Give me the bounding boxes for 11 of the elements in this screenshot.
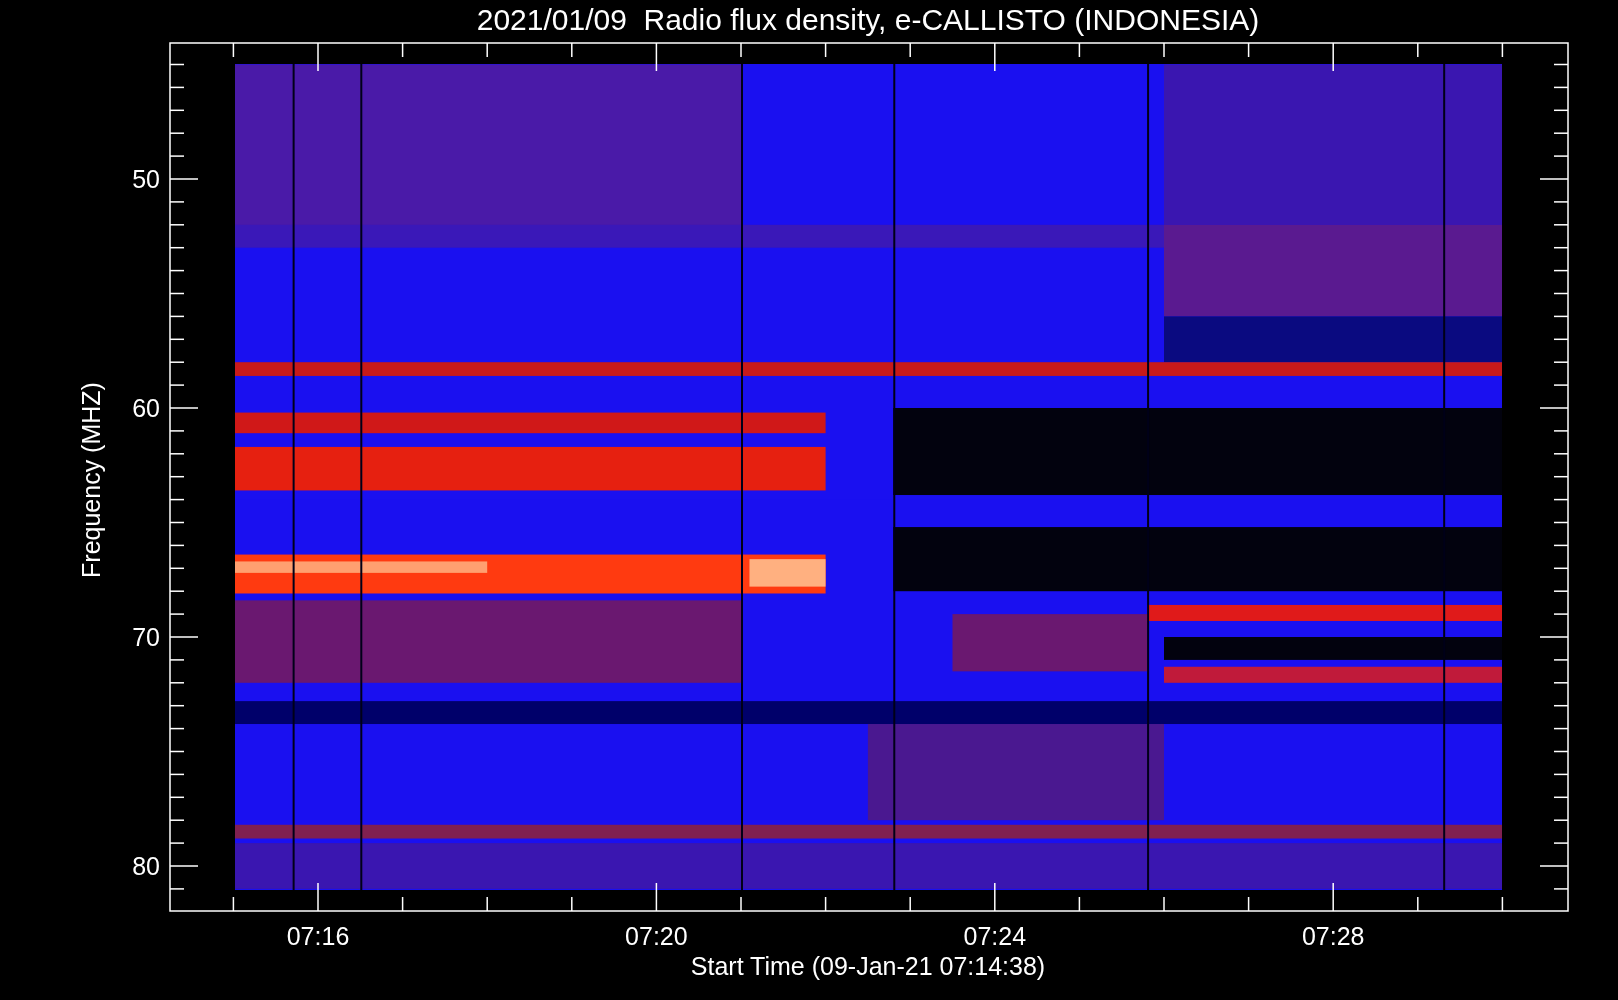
tick-label: 60 xyxy=(132,394,160,422)
tick-label: 70 xyxy=(132,623,160,651)
tick-label: 07:20 xyxy=(625,922,688,950)
tick-label: 07:24 xyxy=(963,922,1027,950)
tick-label: 07:28 xyxy=(1301,922,1365,950)
tick-label: 07:16 xyxy=(286,922,350,950)
chart-title: 2021/01/09 Radio flux density, e-CALLISTO (INDONESIA) xyxy=(476,3,1260,36)
tick-label: 80 xyxy=(132,852,160,880)
axis-label: Frequency (MHZ) xyxy=(77,382,105,578)
tick-label: 50 xyxy=(132,165,160,193)
axis-label: Start Time (09-Jan-21 07:14:38) xyxy=(690,952,1046,980)
